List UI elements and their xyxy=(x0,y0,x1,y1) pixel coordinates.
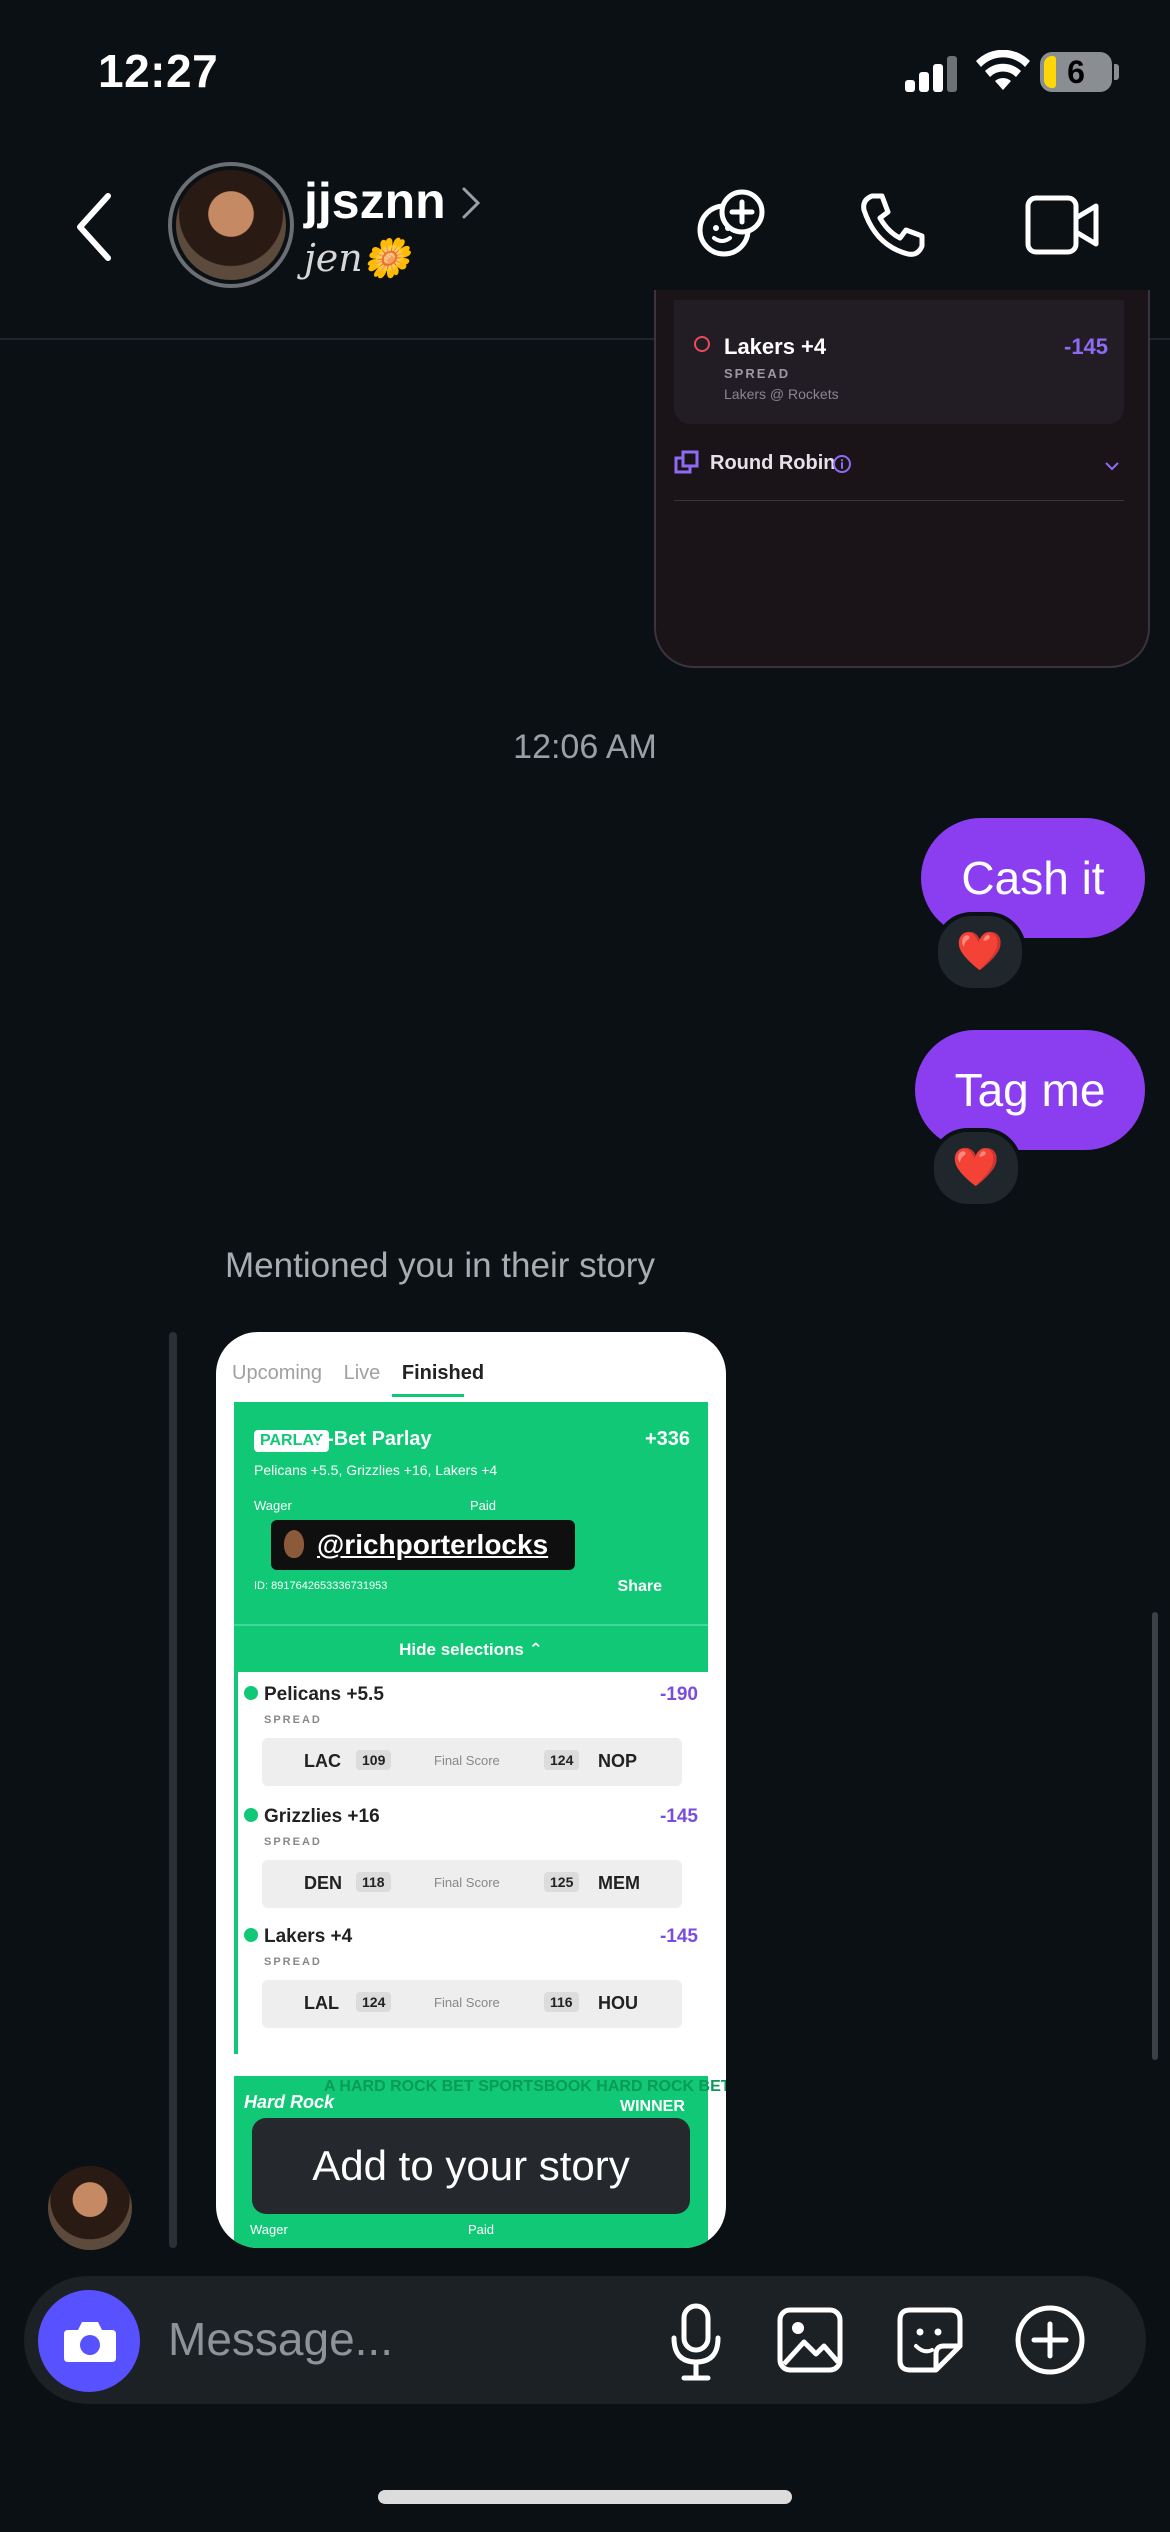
leg-odds: -190 xyxy=(659,1684,698,1705)
final-score-row: LAL 124 Final Score 116 HOU xyxy=(262,1980,682,2028)
final-score-row: LAC 109 Final Score 124 NOP xyxy=(262,1738,682,1786)
score-home: 116 xyxy=(544,1992,579,2012)
story-tabs: Upcoming Live Finished xyxy=(232,1362,500,1385)
team-home: NOP xyxy=(598,1751,638,1771)
score-home: 124 xyxy=(544,1750,580,1770)
camera-icon xyxy=(64,2322,116,2362)
check-icon xyxy=(244,1808,258,1822)
wager-label-2: Wager xyxy=(250,2222,288,2237)
message-input[interactable]: Message... xyxy=(168,2312,393,2366)
mention-sticker: @richporterlocks xyxy=(271,1520,575,1570)
team-away: DEN xyxy=(304,1873,343,1893)
score-away: 109 xyxy=(356,1750,392,1770)
share-label: Share xyxy=(617,1578,662,1595)
battery-icon: 6 xyxy=(1040,52,1112,92)
leg-type: SPREAD xyxy=(264,1956,322,1968)
chevron-down-icon[interactable] xyxy=(1104,460,1120,472)
bet-leg-odds: -145 xyxy=(1064,334,1109,359)
add-to-story-button[interactable]: Add to your story xyxy=(252,2118,690,2214)
check-icon xyxy=(244,1686,258,1700)
bet-leg-title: Lakers +4 xyxy=(724,334,827,359)
leg-name: Grizzlies +16 xyxy=(264,1806,380,1827)
tab-underline xyxy=(392,1394,464,1397)
final-score-row: DEN 118 Final Score 125 MEM xyxy=(262,1860,682,1908)
bet-id: ID: 8917642653336731953 xyxy=(254,1580,388,1592)
parlay-legs-list: Pelicans +5.5 -190 SPREAD LAC 109 Final … xyxy=(234,1672,708,2054)
leg-odds: -145 xyxy=(659,1806,698,1827)
battery-level: 6 xyxy=(1067,54,1085,90)
leg-name: Pelicans +5.5 xyxy=(264,1684,384,1705)
check-icon xyxy=(244,1928,258,1942)
round-robin-icon xyxy=(674,450,699,474)
hard-rock-logo: Hard Rock xyxy=(244,2092,335,2112)
final-score-label: Final Score xyxy=(434,1875,500,1890)
banner-winner: WINNER xyxy=(620,2098,685,2115)
heart-reaction[interactable]: ❤️ xyxy=(934,912,1026,992)
team-away: LAC xyxy=(304,1751,341,1771)
microphone-icon[interactable] xyxy=(668,2302,724,2382)
bet-leg-type: SPREAD xyxy=(724,366,791,381)
tab-live: Live xyxy=(343,1362,381,1384)
leg-type: SPREAD xyxy=(264,1836,322,1848)
back-chevron-icon[interactable] xyxy=(72,192,116,262)
story-preview-card[interactable]: Upcoming Live Finished PARLAY 3-Bet Parl… xyxy=(216,1332,726,2248)
video-call-icon[interactable] xyxy=(1024,194,1100,256)
parlay-leg: Pelicans +5.5 -190 SPREAD LAC 109 Final … xyxy=(238,1672,708,1792)
score-home: 125 xyxy=(544,1872,580,1892)
team-home: HOU xyxy=(598,1993,638,2013)
contact-avatar[interactable] xyxy=(176,170,286,280)
divider xyxy=(674,500,1124,501)
team-home: MEM xyxy=(598,1873,640,1893)
leg-odds: -145 xyxy=(659,1926,698,1947)
paid-label-2: Paid xyxy=(468,2222,495,2237)
parlay-leg: Grizzlies +16 -145 SPREAD DEN 118 Final … xyxy=(238,1794,708,1914)
bet-leg-box xyxy=(674,300,1124,424)
round-robin-label[interactable]: Round Robin xyxy=(710,452,836,475)
parlay-header: PARLAY 3-Bet Parlay +336 Pelicans +5.5, … xyxy=(234,1402,708,1624)
sticker-icon[interactable] xyxy=(896,2306,964,2374)
team-away: LAL xyxy=(304,1993,339,2013)
paid-label: Paid xyxy=(470,1498,497,1513)
leg-name: Lakers +4 xyxy=(264,1926,353,1947)
score-away: 124 xyxy=(356,1992,392,2012)
tab-finished: Finished xyxy=(401,1362,485,1384)
final-score-label: Final Score xyxy=(434,1995,500,2010)
lost-leg-icon xyxy=(694,336,710,352)
sender-avatar[interactable] xyxy=(48,2166,132,2250)
parlay-leg: Lakers +4 -145 SPREAD LAL 124 Final Scor… xyxy=(238,1914,708,2034)
contact-username[interactable]: jjsznn xyxy=(304,172,446,230)
contact-subname: jen🌼 xyxy=(304,236,411,280)
message-timestamp: 12:06 AM xyxy=(513,728,657,766)
bet-leg-game: Lakers @ Rockets xyxy=(724,386,839,402)
leg-type: SPREAD xyxy=(264,1714,322,1726)
scrollbar[interactable] xyxy=(1152,1612,1158,2060)
wifi-icon xyxy=(976,50,1030,90)
final-score-label: Final Score xyxy=(434,1753,500,1768)
story-mention-notice: Mentioned you in their story xyxy=(225,1246,655,1285)
money-bag-icon xyxy=(284,1530,304,1558)
cellular-signal-icon xyxy=(905,52,959,92)
banner-stripe: A HARD ROCK BET SPORTSBOOK HARD ROCK BET… xyxy=(324,2078,726,2095)
wager-label: Wager xyxy=(254,1498,292,1513)
add-more-icon[interactable] xyxy=(1014,2304,1086,2376)
parlay-title: 3-Bet Parlay xyxy=(316,1428,432,1450)
parlay-legs-summary: Pelicans +5.5, Grizzlies +16, Lakers +4 xyxy=(254,1462,498,1478)
score-away: 118 xyxy=(356,1872,391,1892)
phone-call-icon[interactable] xyxy=(858,190,928,260)
status-time: 12:27 xyxy=(98,45,219,97)
parlay-odds: +336 xyxy=(644,1428,690,1450)
home-indicator[interactable] xyxy=(378,2490,792,2504)
add-to-group-icon[interactable] xyxy=(694,186,768,260)
heart-reaction[interactable]: ❤️ xyxy=(930,1128,1022,1208)
story-reply-bar xyxy=(169,1332,177,2248)
chevron-right-icon[interactable] xyxy=(460,186,482,220)
battery-tip xyxy=(1114,64,1119,80)
tab-upcoming: Upcoming xyxy=(232,1362,323,1384)
hide-selections-button: Hide selections ⌃ xyxy=(234,1624,708,1674)
info-icon[interactable] xyxy=(832,454,852,474)
gallery-icon[interactable] xyxy=(776,2306,844,2374)
